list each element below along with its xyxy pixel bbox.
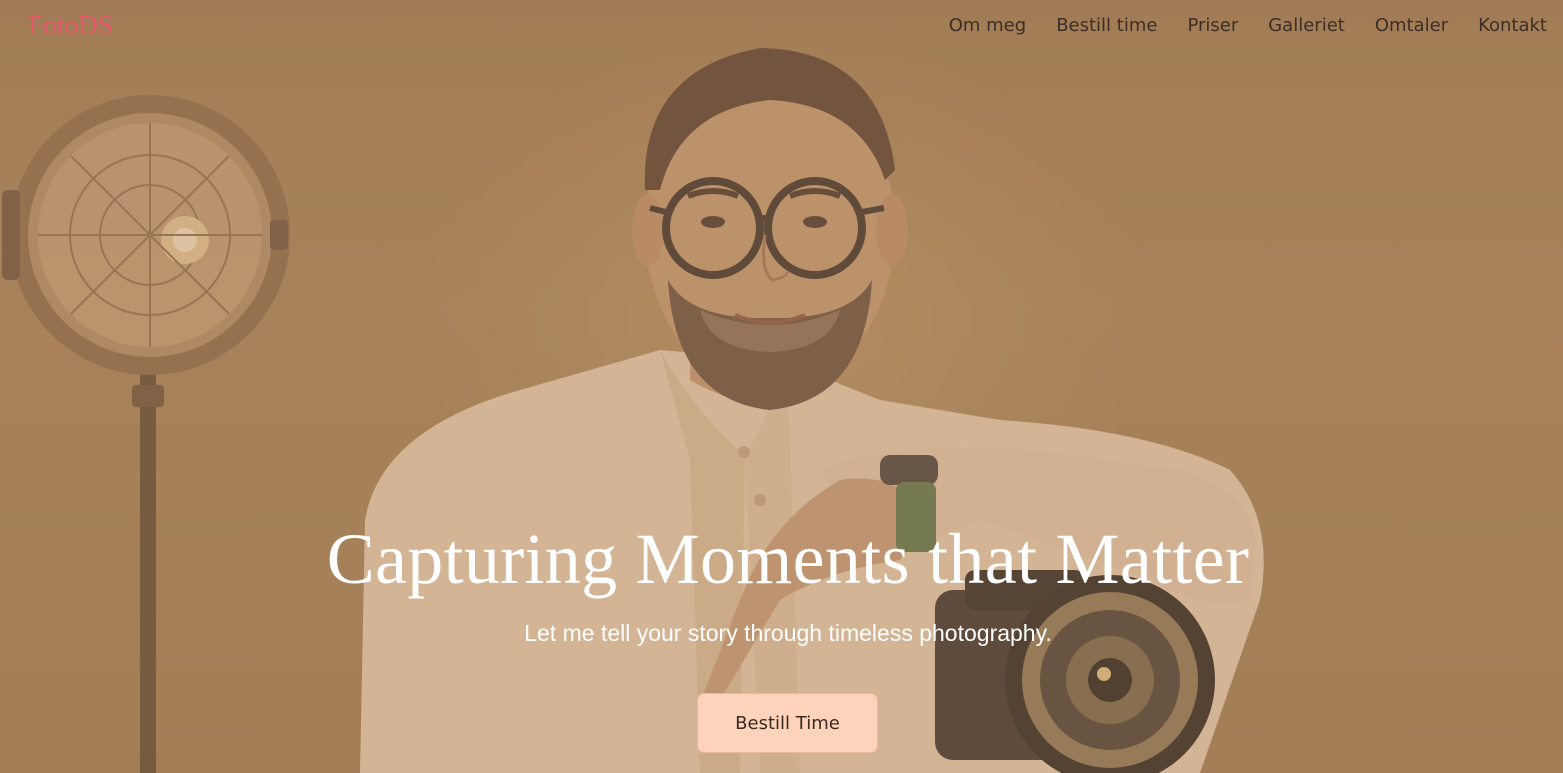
nav-link-omtaler[interactable]: Omtaler bbox=[1375, 15, 1448, 36]
nav-link-bestill-time[interactable]: Bestill time bbox=[1056, 15, 1157, 36]
nav-item-omtaler: Omtaler bbox=[1375, 15, 1448, 36]
nav-link-galleriet[interactable]: Galleriet bbox=[1268, 15, 1345, 36]
nav-link-kontakt[interactable]: Kontakt bbox=[1478, 15, 1547, 36]
main-nav: Om meg Bestill time Priser Galleriet Omt… bbox=[949, 15, 1547, 36]
book-appointment-button[interactable]: Bestill Time bbox=[697, 693, 878, 753]
hero-section bbox=[0, 0, 1563, 773]
nav-item-bestill-time: Bestill time bbox=[1056, 15, 1157, 36]
nav-link-priser[interactable]: Priser bbox=[1187, 15, 1238, 36]
nav-link-om-meg[interactable]: Om meg bbox=[949, 15, 1026, 36]
nav-item-galleriet: Galleriet bbox=[1268, 15, 1345, 36]
hero-tint-overlay bbox=[0, 0, 1563, 773]
hero-headline: Capturing Moments that Matter bbox=[326, 519, 1250, 599]
nav-item-priser: Priser bbox=[1187, 15, 1238, 36]
nav-item-om-meg: Om meg bbox=[949, 15, 1026, 36]
brand-logo[interactable]: FotoDS bbox=[28, 10, 113, 41]
nav-item-kontakt: Kontakt bbox=[1478, 15, 1547, 36]
hero-subline: Let me tell your story through timeless … bbox=[524, 620, 1052, 646]
